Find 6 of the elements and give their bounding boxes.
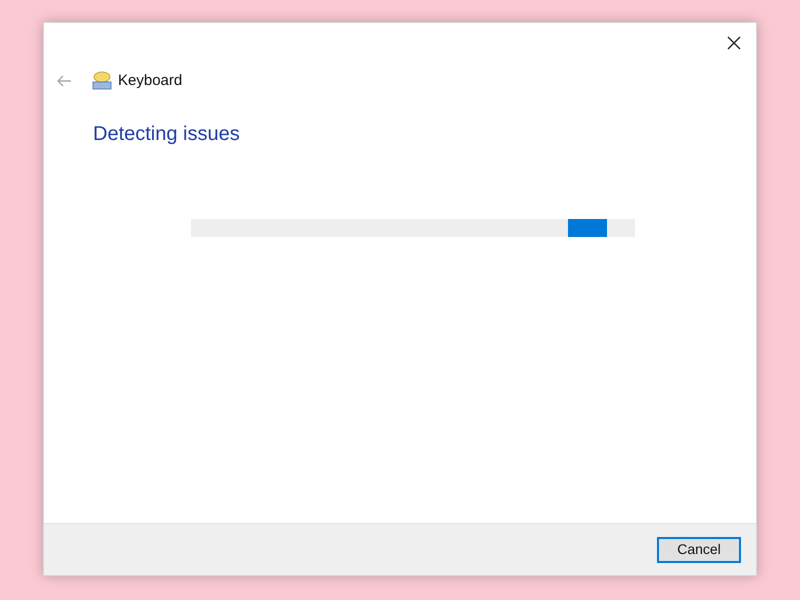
close-icon xyxy=(727,36,741,50)
cancel-button[interactable]: Cancel xyxy=(657,536,741,562)
window-title: Keyboard xyxy=(118,70,182,91)
page-heading: Detecting issues xyxy=(93,122,240,147)
back-arrow-icon xyxy=(56,75,72,87)
keyboard-icon xyxy=(92,71,112,91)
